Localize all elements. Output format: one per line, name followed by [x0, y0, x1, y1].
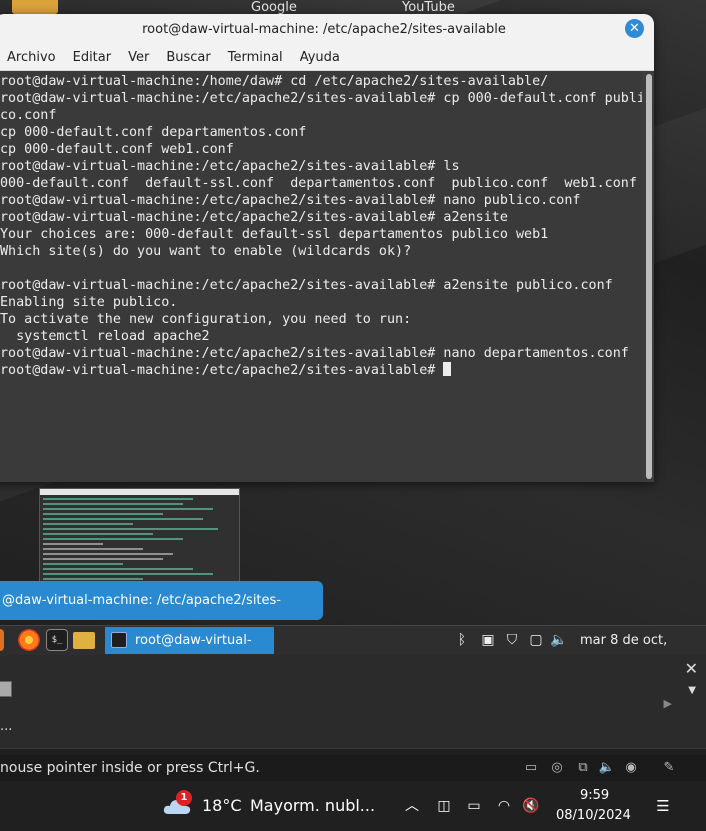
thumbnail-text-line: [43, 518, 203, 520]
close-button[interactable]: ✕: [625, 19, 644, 38]
hard-disk-icon[interactable]: ▭: [522, 759, 540, 777]
terminal-titlebar[interactable]: root@daw-virtual-machine: /etc/apache2/s…: [0, 14, 654, 44]
terminal-line: root@daw-virtual-machine:/etc/apache2/si…: [0, 159, 460, 174]
network-icon[interactable]: ▢: [527, 631, 545, 649]
thumbnail-text-line: [43, 563, 123, 565]
terminal-scrollbar[interactable]: [646, 74, 652, 479]
firefox-icon[interactable]: [18, 629, 40, 651]
vm-ellipsis: ...: [0, 719, 13, 734]
thumbnail-text-line: [43, 528, 218, 530]
bluetooth-icon[interactable]: ᛒ: [453, 631, 471, 649]
desktop: Google YouTube root@daw-virtual-machine:…: [0, 0, 706, 655]
optical-drive-icon[interactable]: ◎: [548, 759, 566, 777]
chevron-right-icon[interactable]: ▶: [664, 697, 672, 710]
volume-icon[interactable]: 🔈: [550, 631, 568, 649]
notification-badge: 1: [176, 790, 192, 806]
menu-buscar[interactable]: Buscar: [166, 50, 210, 65]
terminal-line: Your choices are: 000-default default-ss…: [0, 227, 549, 242]
terminal-line: 000-default.conf default-ssl.conf depart…: [0, 176, 637, 191]
vm-thumbnail-icon[interactable]: [0, 681, 12, 697]
terminal-lines: root@daw-virtual-machine:/home/daw# cd /…: [0, 73, 642, 379]
terminal-line: root@daw-virtual-machine:/etc/apache2/si…: [0, 278, 613, 293]
thumbnail-text-line: [43, 543, 103, 545]
terminal-line: root@daw-virtual-machine:/home/daw# cd /…: [0, 74, 549, 89]
terminal-line: cp 000-default.conf web1.conf: [0, 142, 234, 157]
close-icon: ✕: [629, 21, 640, 36]
vm-strip: ... ✕ ▼ ▶: [0, 655, 706, 749]
chevron-up-icon[interactable]: ︿: [402, 796, 422, 816]
thumbnail-text-line: [43, 553, 173, 555]
camera-icon[interactable]: ◫: [434, 796, 454, 816]
desktop-shortcut-youtube[interactable]: YouTube: [402, 0, 455, 15]
terminal-launcher-icon[interactable]: $_: [46, 629, 68, 651]
terminal-cursor: [443, 362, 452, 376]
thumbnail-text-line: [43, 558, 163, 560]
taskbar-item-terminal[interactable]: root@daw-virtual-m...: [105, 627, 274, 654]
window-title: root@daw-virtual-machine: /etc/apache2/s…: [142, 21, 506, 37]
terminal-line: root@daw-virtual-machine:/etc/apache2/si…: [0, 193, 581, 208]
taskbar-tooltip: @daw-virtual-machine: /etc/apache2/sites…: [0, 581, 323, 647]
shield-icon[interactable]: ⛉: [503, 631, 521, 649]
thumbnail-text-line: [43, 548, 143, 550]
terminal-line: co.conf: [0, 108, 57, 123]
thumbnail-text-line: [43, 513, 163, 515]
clipboard-icon[interactable]: ▣: [479, 631, 497, 649]
chevron-down-icon[interactable]: ▼: [688, 685, 696, 696]
terminal-line: Enabling site publico.: [0, 295, 178, 310]
weather-description[interactable]: Mayorm. nubl...: [250, 781, 375, 831]
menu-archivo[interactable]: Archivo: [7, 50, 56, 65]
thumbnail-text-line: [43, 568, 193, 570]
thumbnail-text-line: [43, 523, 133, 525]
terminal-line: root@daw-virtual-machine:/etc/apache2/si…: [0, 91, 642, 106]
thumbnail-text-line: [43, 498, 193, 500]
weather-temperature[interactable]: 18°C: [202, 781, 242, 831]
menu-launcher-icon[interactable]: [0, 629, 4, 651]
close-icon[interactable]: ✕: [685, 659, 698, 678]
thumbnail-content: [40, 495, 239, 584]
vm-host-area: ... ✕ ▼ ▶ nouse pointer inside or press …: [0, 655, 706, 781]
task-label: root@daw-virtual-m...: [135, 633, 252, 648]
desktop-shortcut-google[interactable]: Google: [251, 0, 297, 15]
terminal-line: root@daw-virtual-machine:/etc/apache2/si…: [0, 346, 629, 361]
record-icon[interactable]: ◉: [622, 759, 640, 777]
window-preview-thumbnail[interactable]: [39, 488, 240, 585]
terminal-menubar: Archivo Editar Ver Buscar Terminal Ayuda: [0, 44, 654, 71]
linux-panel: $_ root@daw-virtual-m... ᛒ ▣ ⛉ ▢ 🔈 mar 8…: [0, 625, 706, 655]
panel-clock[interactable]: mar 8 de oct, 09:59: [580, 626, 706, 655]
terminal-icon: [111, 632, 127, 648]
menu-ver[interactable]: Ver: [128, 50, 149, 65]
audio-icon[interactable]: 🔈: [598, 759, 616, 777]
menu-ayuda[interactable]: Ayuda: [300, 50, 340, 65]
menu-editar[interactable]: Editar: [73, 50, 112, 65]
terminal-line: root@daw-virtual-machine:/etc/apache2/si…: [0, 210, 508, 225]
thumbnail-text-line: [43, 503, 183, 505]
speaker-muted-icon[interactable]: 🔇: [521, 796, 541, 816]
notifications-icon[interactable]: ☰: [653, 796, 673, 816]
terminal-line: root@daw-virtual-machine:/etc/apache2/si…: [0, 362, 642, 379]
battery-icon[interactable]: ▭: [464, 796, 484, 816]
terminal-output[interactable]: root@daw-virtual-machine:/home/daw# cd /…: [0, 71, 642, 482]
terminal-line: Which site(s) do you want to enable (wil…: [0, 244, 412, 259]
taskbar-date[interactable]: 08/10/2024: [556, 808, 631, 823]
thumbnail-text-line: [43, 573, 213, 575]
notes-icon[interactable]: ✎: [660, 759, 678, 777]
terminal-window: root@daw-virtual-machine: /etc/apache2/s…: [0, 14, 654, 482]
terminal-line: To activate the new configuration, you n…: [0, 312, 412, 327]
thumbnail-text-line: [43, 508, 213, 510]
vm-status-text: nouse pointer inside or press Ctrl+G.: [0, 760, 260, 776]
windows-taskbar: 1 18°C Mayorm. nubl... ︿ ◫ ▭ ◠ 🔇 9:59 08…: [0, 781, 706, 831]
thumbnail-text-line: [43, 578, 143, 580]
files-folder-icon[interactable]: [73, 632, 95, 649]
vm-statusbar: nouse pointer inside or press Ctrl+G. ▭ …: [0, 755, 706, 781]
network-adapter-icon[interactable]: ⧉: [574, 759, 592, 777]
menu-terminal[interactable]: Terminal: [228, 50, 283, 65]
terminal-line: cp 000-default.conf departamentos.conf: [0, 125, 307, 140]
thumbnail-text-line: [43, 538, 183, 540]
terminal-line: systemctl reload apache2: [0, 329, 210, 344]
wifi-icon[interactable]: ◠: [494, 796, 514, 816]
desktop-folder-icon[interactable]: [12, 0, 58, 14]
thumbnail-text-line: [43, 533, 153, 535]
taskbar-time[interactable]: 9:59: [580, 788, 609, 803]
